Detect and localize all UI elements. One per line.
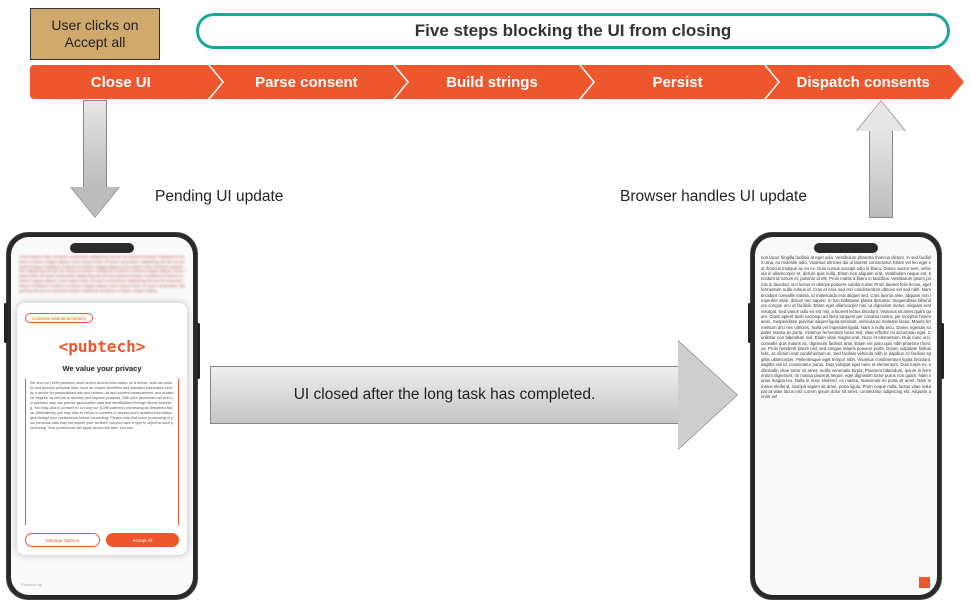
privacy-heading: We value your privacy [25,364,179,373]
phone-after-ui-closed: non lacus fringilla facilisis at eget od… [750,232,942,600]
five-steps-heading: Five steps blocking the UI from closing [196,13,950,49]
phone-left-button [748,303,751,343]
steps-bar: Close UI Parse consent Build strings Per… [30,65,950,99]
phone-right-button [197,323,200,379]
phone-right-button [941,323,944,379]
step-parse-consent: Parse consent [210,65,394,99]
consent-dialog: Continue without accepting <pubtech> We … [17,303,187,555]
accept-all-button[interactable]: Accept All [106,533,179,547]
step-dispatch-consents: Dispatch consents [766,65,950,99]
manage-options-button[interactable]: Manage Options [25,533,100,547]
label-pending-ui-update: Pending UI update [155,188,283,206]
label-browser-handles-ui: Browser handles UI update [620,188,807,206]
phone-notch [814,243,878,253]
ui-closed-arrow-label: UI closed after the long task has comple… [210,366,678,424]
step-build-strings: Build strings [395,65,579,99]
continue-without-accepting-link[interactable]: Continue without accepting [25,313,93,323]
user-click-box: User clicks on Accept all [30,8,160,60]
orange-square-icon [919,577,930,588]
step-persist: Persist [581,65,765,99]
article-body-text: non lacus fringilla facilisis at eget od… [755,237,937,595]
powered-by-footer: Powered by [21,582,42,587]
ui-closed-arrow: UI closed after the long task has comple… [210,340,738,450]
phone-with-consent-dialog: Lorem ipsum dolor sit amet consectetur a… [6,232,198,600]
down-arrow [70,99,120,219]
up-arrow [856,99,906,219]
phone-notch [70,243,134,253]
phone-left-button [4,303,7,343]
privacy-body-text: We and our (1399 partners) store and/or … [25,379,179,525]
pubtech-logo: <pubtech> [25,337,179,356]
step-close-ui: Close UI [30,65,208,99]
